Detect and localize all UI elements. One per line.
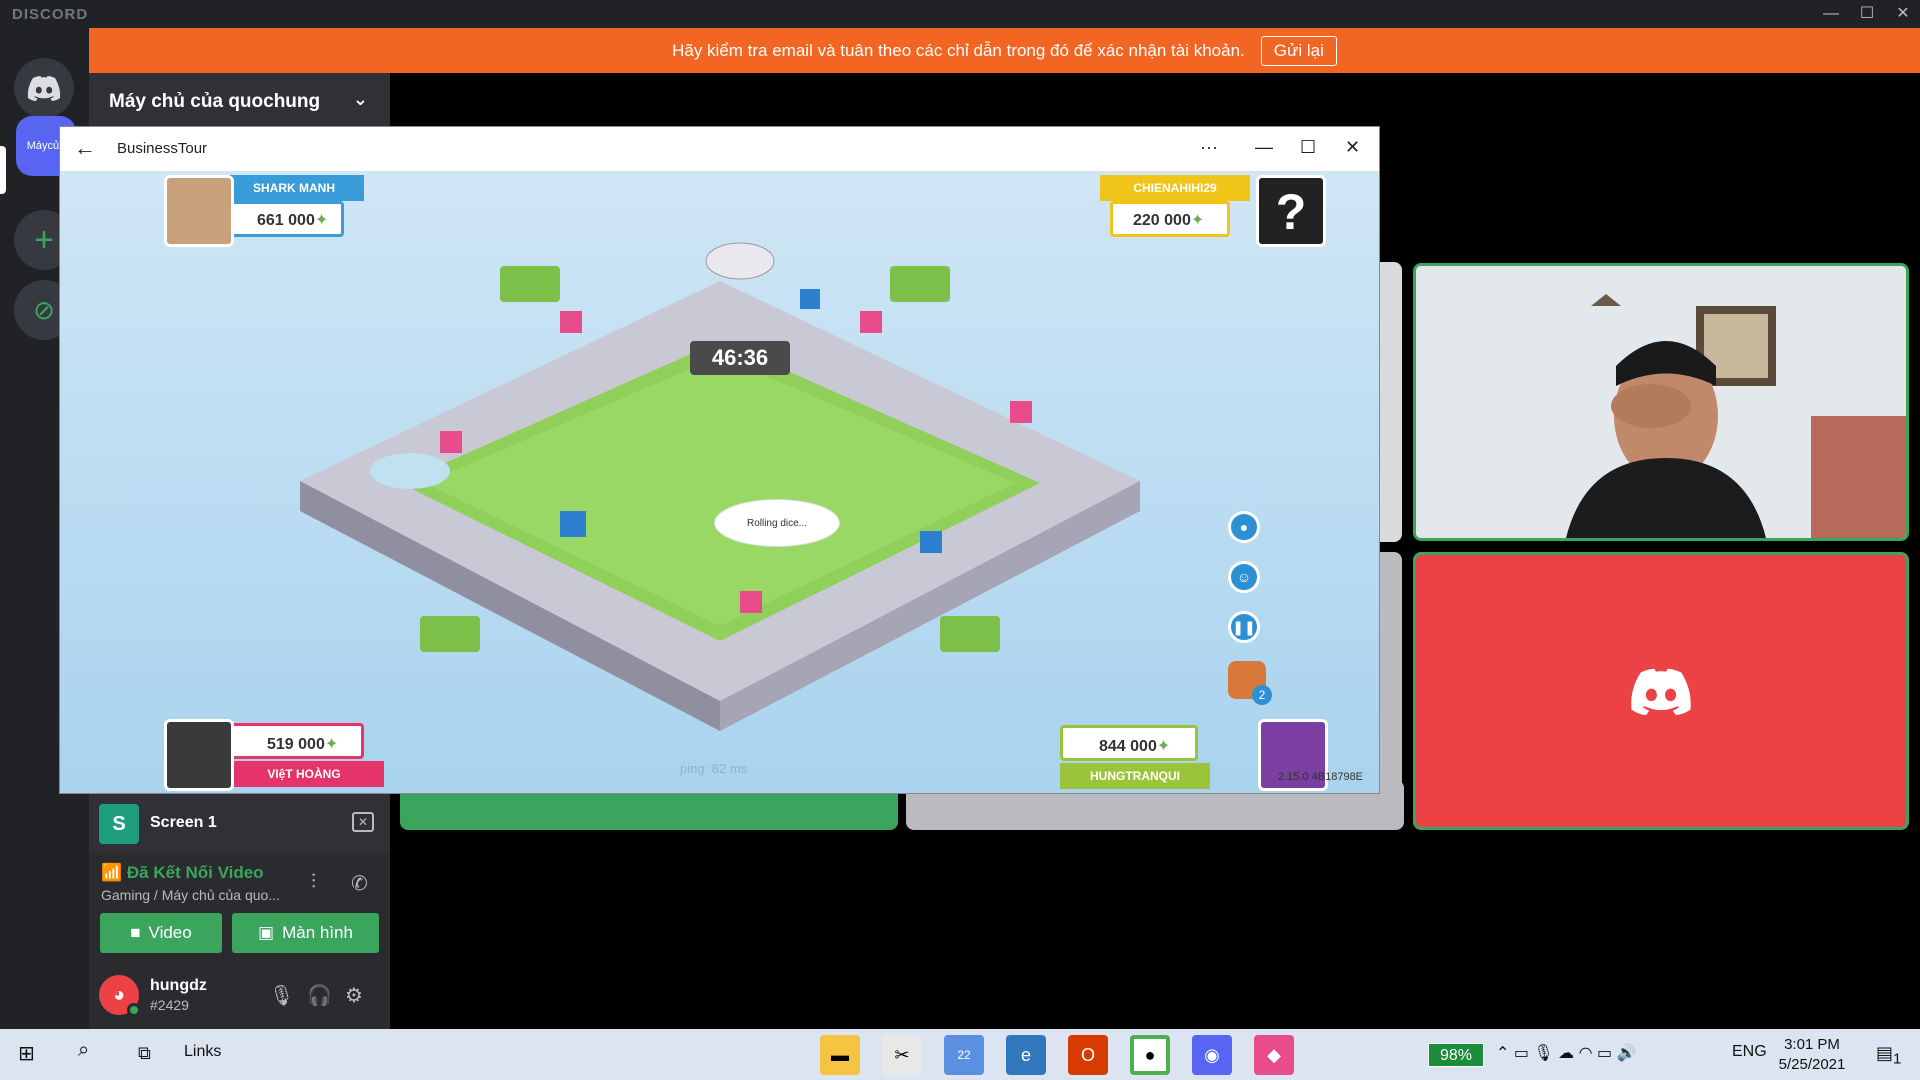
bag-icon[interactable]: 2 bbox=[1228, 661, 1272, 705]
discord-taskbar-icon[interactable]: ◉ bbox=[1192, 1035, 1232, 1075]
maximize-button[interactable]: ☐ bbox=[1852, 2, 1882, 26]
camera-icon: ■ bbox=[130, 923, 141, 942]
game-canvas[interactable]: 661 000✦ SHARK MANH CHIENAHIHI29 220 000… bbox=[60, 171, 1379, 793]
headphones-icon[interactable]: 🎧 bbox=[307, 983, 332, 1008]
game-window-title: BusinessTour bbox=[117, 140, 208, 157]
player-name: SHARK MANH bbox=[224, 175, 364, 201]
screen-share-icon: ▣ bbox=[258, 923, 275, 942]
discord-logo-icon bbox=[27, 76, 61, 101]
pause-button[interactable]: ❚❚ bbox=[1228, 611, 1260, 643]
username: hungdz bbox=[150, 977, 207, 994]
share-screen-button[interactable]: ▣ Màn hình bbox=[232, 913, 379, 953]
edge-browser-icon[interactable]: e bbox=[1006, 1035, 1046, 1075]
stop-stream-icon[interactable]: ✕ bbox=[352, 812, 374, 832]
file-explorer-icon[interactable]: ▬ bbox=[820, 1035, 860, 1075]
coin-button[interactable]: ● bbox=[1228, 511, 1260, 543]
webcam-image bbox=[1416, 266, 1906, 538]
active-guild-pill bbox=[0, 146, 6, 194]
video-button[interactable]: ■ Video bbox=[100, 913, 222, 953]
close-button[interactable]: ✕ bbox=[1888, 2, 1918, 26]
server-header[interactable]: Máy chủ của quochung ⌄ bbox=[89, 73, 390, 129]
user-tag: #2429 bbox=[150, 997, 189, 1013]
game-maximize-button[interactable]: ☐ bbox=[1300, 137, 1316, 158]
webcam-tile[interactable] bbox=[1413, 263, 1909, 541]
discord-avatar-tile[interactable] bbox=[1413, 552, 1909, 830]
verify-email-banner: Hãy kiểm tra email và tuân theo các chỉ … bbox=[89, 28, 1920, 73]
taskbar-clock[interactable]: 3:01 PM 5/25/2021 bbox=[1770, 1035, 1854, 1075]
search-icon[interactable]: ⌕ bbox=[78, 1039, 89, 1062]
player-name: VIệT HOÀNG bbox=[224, 761, 384, 787]
noise-suppression-icon[interactable]: ⫶ bbox=[311, 871, 316, 894]
ping-readout: ping: 82 ms bbox=[680, 761, 748, 776]
rolling-dice-bubble: Rolling dice... bbox=[714, 499, 840, 547]
windows-start-icon[interactable]: ⊞ bbox=[18, 1041, 35, 1066]
banner-text: Hãy kiểm tra email và tuân theo các chỉ … bbox=[672, 40, 1245, 60]
stream-label: Screen 1 bbox=[150, 814, 217, 831]
player-name: HUNGTRANQUI bbox=[1060, 763, 1210, 789]
voice-channel-path[interactable]: Gaming / Máy chủ của quo... bbox=[101, 887, 280, 903]
voice-status: 📶 Đã Kết Nối Video bbox=[101, 863, 264, 882]
screen: DISCORD — ☐ ✕ Hãy kiểm tra email và tuân… bbox=[0, 0, 1920, 1080]
battery-indicator[interactable]: 98% bbox=[1428, 1043, 1484, 1067]
player-avatar bbox=[164, 175, 234, 247]
windows-taskbar: ⊞ ⌕ ⧉ Links ▬ ✂ 22 e O ● ◉ ◆ 98% ⌃ ▭ 🎙 ☁… bbox=[0, 1029, 1920, 1080]
online-status-dot bbox=[127, 1003, 141, 1017]
businesstour-taskbar-icon[interactable]: ◆ bbox=[1254, 1035, 1294, 1075]
voice-connection-panel: 📶 Đã Kết Nối Video Gaming / Máy chủ của … bbox=[89, 853, 390, 961]
chrome-icon[interactable]: ● bbox=[1130, 1035, 1170, 1075]
version-label: 2.15.0 4B18798E bbox=[1278, 771, 1364, 783]
phone-icon[interactable]: 22 bbox=[944, 1035, 984, 1075]
game-minimize-button[interactable]: — bbox=[1255, 137, 1273, 158]
player-money: 519 000✦ bbox=[224, 723, 364, 759]
microphone-icon[interactable]: 🎙 bbox=[269, 983, 294, 1008]
tray-icons[interactable]: ⌃ ▭ 🎙 ☁ ◠ ▭ 🔊 bbox=[1496, 1043, 1637, 1063]
home-button[interactable] bbox=[14, 58, 74, 118]
links-toolbar[interactable]: Links bbox=[184, 1043, 221, 1061]
discord-titlebar: DISCORD — ☐ ✕ bbox=[0, 0, 1920, 28]
server-name: Máy chủ của quochung bbox=[109, 91, 321, 112]
game-close-button[interactable]: ✕ bbox=[1345, 137, 1360, 158]
settings-gear-icon[interactable]: ⚙ bbox=[345, 983, 363, 1008]
game-titlebar: ← BusinessTour ··· — ☐ ✕ bbox=[60, 127, 1379, 171]
notifications-icon[interactable]: ▤1 bbox=[1876, 1043, 1901, 1068]
disconnect-icon[interactable]: ✆ bbox=[351, 871, 368, 896]
stream-avatar: S bbox=[99, 804, 139, 844]
discord-brand: DISCORD bbox=[12, 6, 89, 23]
task-view-icon[interactable]: ⧉ bbox=[138, 1043, 151, 1064]
discord-logo-icon bbox=[1631, 668, 1691, 715]
bag-count-badge: 2 bbox=[1252, 685, 1272, 705]
player-money: 844 000✦ bbox=[1060, 725, 1198, 761]
player-money: 220 000✦ bbox=[1110, 201, 1230, 237]
player-money: 661 000✦ bbox=[224, 201, 344, 237]
chevron-down-icon: ⌄ bbox=[352, 89, 368, 109]
office-icon[interactable]: O bbox=[1068, 1035, 1108, 1075]
emoji-button[interactable]: ☺ bbox=[1228, 561, 1260, 593]
language-indicator[interactable]: ENG bbox=[1732, 1043, 1767, 1061]
snipping-tool-icon[interactable]: ✂ bbox=[882, 1035, 922, 1075]
player-avatar bbox=[164, 719, 234, 791]
back-arrow-icon[interactable]: ← bbox=[74, 135, 96, 161]
signal-icon: 📶 bbox=[101, 863, 123, 882]
mystery-avatar: ? bbox=[1256, 175, 1326, 247]
businesstour-window: ← BusinessTour ··· — ☐ ✕ 661 000✦ SHARK … bbox=[59, 126, 1380, 794]
user-panel: ◕ hungdz #2429 🎙 🎧 ⚙ bbox=[89, 961, 390, 1029]
game-board[interactable] bbox=[60, 171, 1379, 793]
minimize-button[interactable]: — bbox=[1816, 2, 1846, 26]
resend-button[interactable]: Gửi lại bbox=[1260, 35, 1337, 66]
stream-panel: S Screen 1 ✕ bbox=[89, 793, 390, 853]
more-options-icon[interactable]: ··· bbox=[1200, 137, 1218, 158]
game-timer: 46:36 bbox=[690, 341, 790, 375]
player-name: CHIENAHIHI29 bbox=[1100, 175, 1250, 201]
